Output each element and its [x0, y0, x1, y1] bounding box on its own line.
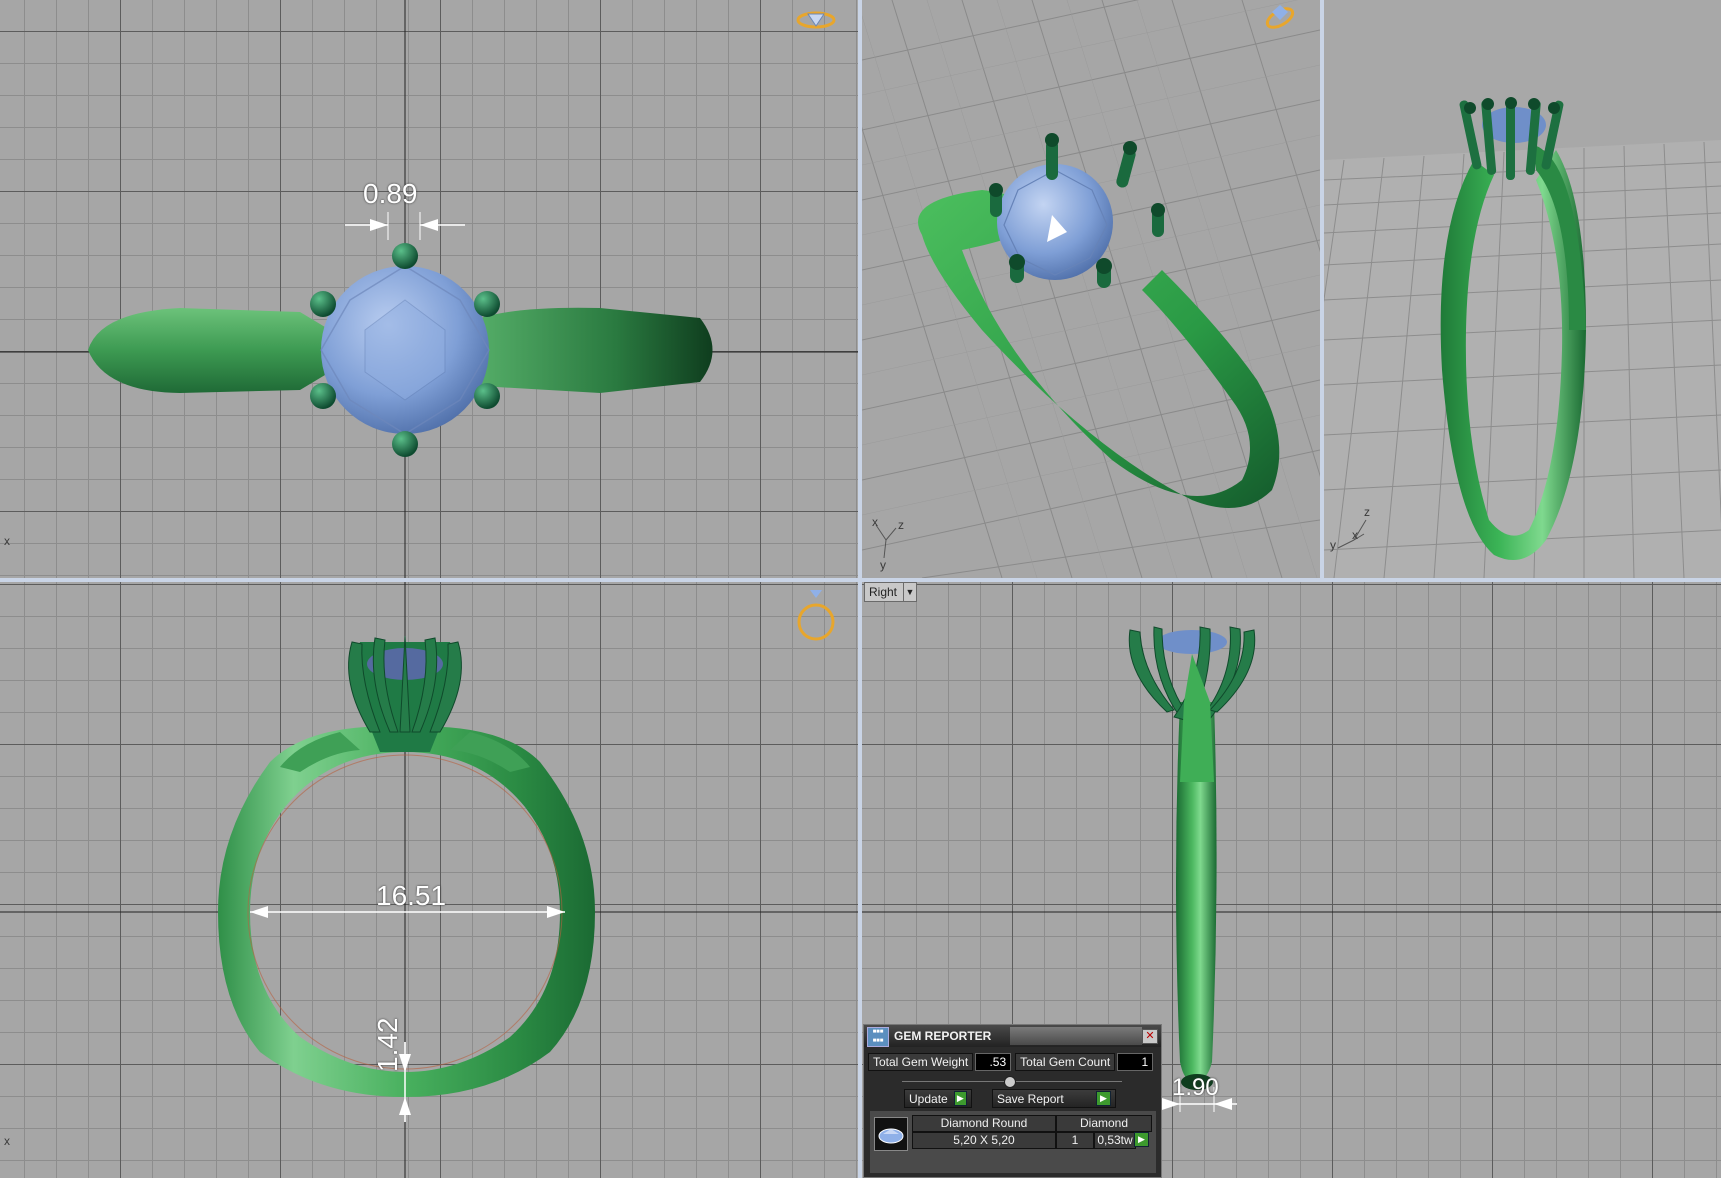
play-icon: ▶ — [953, 1091, 967, 1106]
axis-z-label: z — [1364, 505, 1370, 519]
splitter-knob[interactable] — [1004, 1076, 1016, 1088]
gem-reporter-title: GEM REPORTER — [894, 1029, 992, 1043]
prong — [474, 291, 500, 317]
ring-shank-left — [88, 308, 330, 393]
close-icon[interactable]: ✕ — [1142, 1029, 1158, 1044]
prong — [310, 383, 336, 409]
prong — [392, 431, 418, 457]
view-selector-label: Right — [869, 585, 898, 599]
top-view-render — [0, 0, 858, 578]
play-icon: ▶ — [1096, 1091, 1111, 1106]
gem-reporter-logo-icon: ■■■ ■■■ — [867, 1027, 889, 1047]
axis-y-label: y — [880, 558, 886, 572]
front-viewport[interactable]: 16.51 1.42 x — [0, 582, 858, 1178]
axis-x-label: x — [4, 1134, 10, 1148]
gem-shape-cell: Diamond Round — [912, 1115, 1056, 1132]
view-cube-icon — [797, 590, 835, 641]
view-selector[interactable]: Right ▼ — [864, 582, 918, 602]
prong — [474, 383, 500, 409]
total-gem-weight-label: Total Gem Weight — [868, 1053, 974, 1071]
shank-width-label: 1.90 — [1172, 1074, 1219, 1101]
total-gem-count-value: 1 — [1117, 1053, 1154, 1071]
play-icon[interactable]: ▶ — [1134, 1132, 1149, 1147]
total-gem-weight-value: .53 — [975, 1053, 1012, 1071]
gem-weight-cell: 0,53tw — [1094, 1132, 1136, 1149]
gem-reporter-panel: ■■■ ■■■ GEM REPORTER ✕ Total Gem Weight .… — [863, 1024, 1162, 1178]
render-view-image — [1324, 0, 1721, 578]
prong — [392, 243, 418, 269]
gem-thumbnail[interactable] — [874, 1117, 908, 1151]
top-viewport[interactable]: 0.89 x — [0, 0, 858, 578]
gem-count-cell: 1 — [1056, 1132, 1094, 1149]
band-thickness-label: 1.42 — [372, 1017, 403, 1073]
gem-material-cell: Diamond — [1056, 1115, 1152, 1132]
view-cube-icon — [1265, 5, 1295, 29]
ring-shank-right — [470, 307, 713, 393]
top-dimension-label: 0.89 — [363, 178, 418, 209]
viewport-divider-vertical[interactable] — [1320, 0, 1324, 578]
titlebar-grip — [1010, 1027, 1142, 1045]
axis-x-label: x — [872, 515, 878, 529]
axis-z-label: z — [898, 518, 904, 532]
axis-x-label: x — [4, 534, 10, 548]
view-cube-icon — [796, 11, 836, 29]
gem-size-cell: 5,20 X 5,20 — [912, 1132, 1056, 1149]
save-report-button[interactable]: Save Report ▶ — [992, 1089, 1116, 1108]
prong — [310, 291, 336, 317]
render-viewport[interactable]: z y x — [1324, 0, 1721, 578]
chevron-down-icon: ▼ — [903, 583, 916, 601]
viewport-divider-vertical[interactable] — [858, 0, 862, 1178]
axis-x-label: x — [1352, 528, 1358, 542]
perspective-view-render — [862, 0, 1320, 578]
axis-y-label: y — [1330, 538, 1336, 552]
gem-list: Diamond Round Diamond 5,20 X 5,20 1 0,53… — [870, 1111, 1156, 1173]
save-report-button-label: Save Report — [997, 1091, 1064, 1106]
perspective-viewport[interactable]: x z y — [862, 0, 1320, 578]
update-button-label: Update — [909, 1091, 948, 1106]
gem-reporter-titlebar[interactable]: ■■■ ■■■ GEM REPORTER ✕ — [864, 1025, 1161, 1047]
inner-diameter-label: 16.51 — [376, 880, 447, 911]
update-button[interactable]: Update ▶ — [904, 1089, 972, 1108]
total-gem-count-label: Total Gem Count — [1015, 1053, 1116, 1071]
